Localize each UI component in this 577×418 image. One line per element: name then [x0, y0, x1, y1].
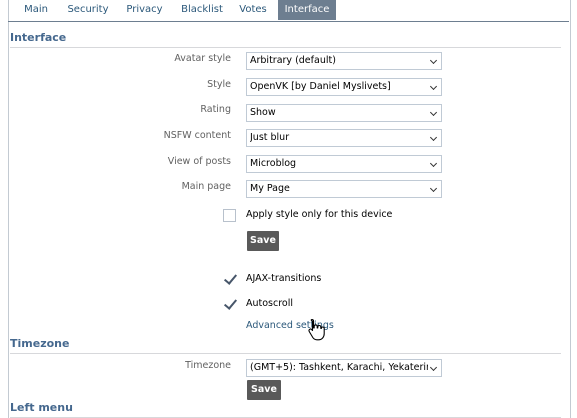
rating-label: Rating [200, 104, 231, 115]
timezone-select[interactable]: (GMT+5): Tashkent, Karachi, Yekaterinbur… [246, 359, 442, 377]
checkmark-icon [223, 271, 238, 285]
nsfw-content-select[interactable]: Just blur [246, 129, 442, 147]
checkmark-icon [223, 296, 238, 310]
view-of-posts-select[interactable]: Microblog [246, 155, 442, 173]
section-title-text: Timezone [10, 337, 70, 350]
tab-privacy[interactable]: Privacy [122, 0, 167, 20]
save-interface-button[interactable]: Save [247, 231, 279, 251]
timezone-value: (GMT+5): Tashkent, Karachi, Yekaterinbur… [250, 362, 428, 373]
autoscroll-label: Autoscroll [246, 298, 294, 309]
view-of-posts-label: View of posts [167, 156, 231, 167]
autoscroll-checkbox[interactable] [223, 296, 238, 310]
style-value: OpenVK [by Daniel Myslivets] [250, 81, 391, 92]
main-page-value: My Page [250, 183, 290, 194]
style-label: Style [207, 79, 231, 90]
rating-value: Show [250, 107, 276, 118]
main-page-label: Main page [181, 181, 231, 192]
chevron-down-icon [429, 363, 438, 372]
ajax-transitions-label: AJAX-transitions [246, 273, 322, 284]
chevron-down-icon [429, 56, 438, 65]
avatar-style-value: Arbitrary (default) [250, 55, 336, 66]
avatar-style-label: Avatar style [174, 53, 231, 64]
ajax-transitions-checkbox[interactable] [223, 271, 238, 285]
apply-style-device-checkbox[interactable] [223, 209, 236, 222]
settings-tabs: Main Security Privacy Blacklist Votes In… [8, 0, 569, 22]
section-title-timezone: Timezone [10, 337, 561, 354]
timezone-label: Timezone [185, 360, 231, 371]
nsfw-content-value: Just blur [250, 132, 290, 143]
rating-select[interactable]: Show [246, 104, 442, 122]
chevron-down-icon [429, 184, 438, 193]
save-timezone-button[interactable]: Save [247, 380, 281, 400]
tab-votes[interactable]: Votes [234, 0, 272, 20]
chevron-down-icon [429, 159, 438, 168]
avatar-style-select[interactable]: Arbitrary (default) [246, 52, 442, 70]
section-title-left-menu: Left menu [10, 401, 561, 418]
section-title-text: Interface [10, 31, 67, 44]
chevron-down-icon [429, 108, 438, 117]
chevron-down-icon [429, 82, 438, 91]
main-page-select[interactable]: My Page [246, 180, 442, 198]
section-title-text: Left menu [10, 401, 73, 414]
view-of-posts-value: Microblog [250, 158, 297, 169]
style-select[interactable]: OpenVK [by Daniel Myslivets] [246, 78, 442, 96]
chevron-down-icon [429, 133, 438, 142]
nsfw-content-label: NSFW content [163, 130, 231, 141]
tab-security[interactable]: Security [63, 0, 113, 20]
apply-style-device-label: Apply style only for this device [246, 209, 393, 220]
section-title-interface: Interface [10, 31, 561, 48]
tab-blacklist[interactable]: Blacklist [176, 0, 228, 20]
tab-interface[interactable]: Interface [278, 0, 336, 20]
tab-main[interactable]: Main [17, 0, 55, 20]
